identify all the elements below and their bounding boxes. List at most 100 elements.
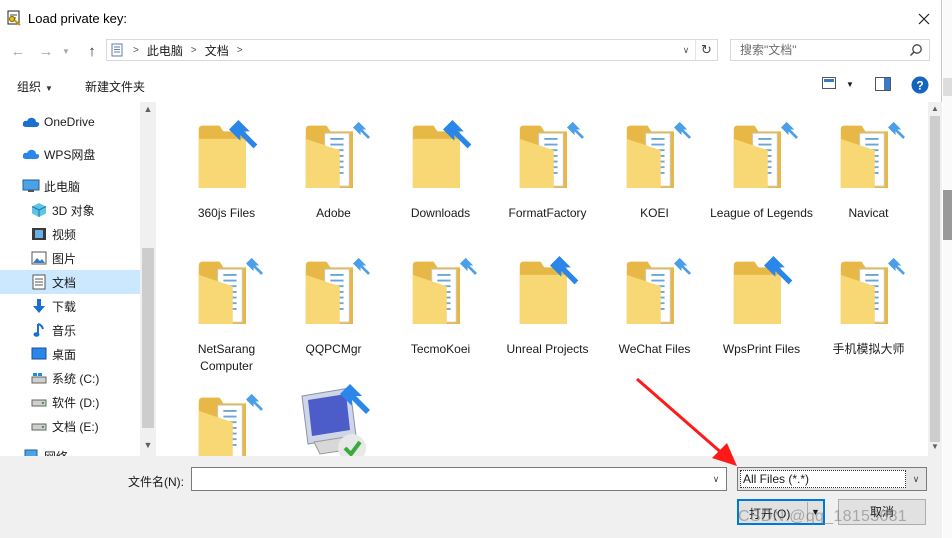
navigation-pane: OneDrive WPS网盘 此电脑 3D 对象 视频 图片 文档 下载 音乐 … — [0, 102, 156, 456]
sidebar-item-drive-c[interactable]: 系统 (C:) — [0, 366, 140, 390]
drive-icon — [30, 418, 48, 434]
view-menu-button[interactable]: ▼ — [846, 80, 854, 89]
download-icon — [30, 298, 48, 314]
sidebar-item-documents[interactable]: 文档 — [0, 270, 140, 294]
sidebar-item-downloads[interactable]: 下载 — [0, 294, 140, 318]
documents-location-icon — [107, 40, 127, 60]
folder-item[interactable]: QQPCMgr — [280, 238, 387, 374]
folder-item[interactable]: NetSarang Computer — [173, 238, 280, 374]
scroll-down-icon[interactable]: ▼ — [928, 442, 942, 454]
title-bar: Load private key: — [0, 0, 942, 36]
sidebar-item-drive-d[interactable]: 软件 (D:) — [0, 390, 140, 414]
folder-icon — [518, 121, 584, 189]
scroll-up-icon[interactable]: ▲ — [928, 104, 942, 116]
background-window-fragment — [943, 78, 952, 96]
sidebar-item-label: 图片 — [52, 251, 77, 266]
arrow-up-icon: ↑ — [88, 42, 96, 60]
sidebar-item-onedrive[interactable]: OneDrive — [0, 110, 140, 134]
scrollbar-thumb[interactable] — [142, 248, 154, 428]
preview-pane-button[interactable] — [875, 77, 891, 94]
sidebar-item-label: 系统 (C:) — [52, 371, 100, 386]
sidebar-item-this-pc[interactable]: 此电脑 — [0, 174, 140, 198]
sidebar-item-desktop[interactable]: 桌面 — [0, 342, 140, 366]
load-private-key-dialog: Load private key: ← → ▼ ↑ > 此电脑 > 文档 > ∨… — [0, 0, 942, 538]
folder-name: 手机模拟大师 — [832, 342, 905, 356]
folder-item[interactable]: League of Legends — [708, 102, 815, 238]
folder-name: TecmoKoei — [410, 342, 471, 356]
navigation-pane-scrollbar[interactable]: ▲ ▼ — [140, 102, 156, 456]
address-bar[interactable]: > 此电脑 > 文档 > ∨ ↻ — [106, 39, 718, 61]
folder-item[interactable]: Downloads — [387, 102, 494, 238]
folder-item[interactable]: WeChat Files — [601, 238, 708, 374]
sidebar-item-network[interactable]: 网络 — [0, 444, 140, 456]
chevron-down-icon: ∨ — [912, 473, 920, 484]
filename-combobox[interactable]: ∨ — [191, 467, 727, 491]
folder-item[interactable] — [173, 374, 280, 456]
folder-icon — [732, 121, 798, 189]
recent-locations-button[interactable]: ▼ — [60, 40, 72, 62]
sidebar-item-label: WPS网盘 — [44, 147, 96, 162]
system-drive-icon — [30, 370, 48, 386]
up-button[interactable]: ↑ — [82, 40, 102, 62]
forward-button[interactable]: → — [36, 40, 56, 62]
new-folder-label: 新建文件夹 — [85, 80, 146, 94]
folder-name: NetSarang Computer — [197, 342, 256, 373]
refresh-button[interactable]: ↻ — [695, 40, 717, 60]
sidebar-item-videos[interactable]: 视频 — [0, 222, 140, 246]
new-folder-button[interactable]: 新建文件夹 — [85, 78, 145, 95]
chevron-right-icon: > — [190, 44, 197, 56]
sidebar-item-music[interactable]: 音乐 — [0, 318, 140, 342]
dialog-title: Load private key: — [28, 11, 128, 26]
folder-item[interactable]: 360js Files — [173, 102, 280, 238]
chevron-down-icon: ∨ — [712, 473, 720, 484]
folder-item[interactable]: Adobe — [280, 102, 387, 238]
folder-shortcut-icon — [412, 120, 472, 188]
caret-down-icon: ▼ — [45, 84, 53, 93]
background-window — [943, 0, 952, 538]
file-list: 360js Files Adobe Downloads FormatFactor… — [158, 102, 926, 456]
filename-history-dropdown[interactable]: ∨ — [706, 468, 726, 490]
sidebar-item-3d-objects[interactable]: 3D 对象 — [0, 198, 140, 222]
navigation-bar: ← → ▼ ↑ > 此电脑 > 文档 > ∨ ↻ 搜索"文档" — [0, 38, 942, 66]
file-type-dropdown[interactable]: ∨ — [906, 468, 926, 490]
document-icon — [30, 274, 48, 290]
sidebar-item-pictures[interactable]: 图片 — [0, 246, 140, 270]
folder-item[interactable]: 手机模拟大师 — [815, 238, 922, 374]
scrollbar-thumb[interactable] — [930, 116, 940, 442]
folder-item[interactable]: Unreal Projects — [494, 238, 601, 374]
file-list-scrollbar[interactable]: ▲ ▼ — [928, 102, 942, 456]
change-view-button[interactable] — [822, 77, 836, 92]
command-toolbar: 组织 ▼ 新建文件夹 ▼ ? — [0, 72, 942, 100]
sidebar-item-wps-cloud[interactable]: WPS网盘 — [0, 142, 140, 166]
back-button[interactable]: ← — [8, 40, 28, 62]
scroll-down-icon[interactable]: ▼ — [140, 440, 156, 454]
folder-name: FormatFactory — [508, 206, 587, 220]
search-box[interactable] — [730, 39, 930, 61]
help-button[interactable]: ? — [911, 76, 929, 97]
svg-text:?: ? — [916, 79, 923, 93]
breadcrumb-this-pc[interactable]: 此电脑 — [145, 42, 185, 59]
folder-item[interactable]: FormatFactory — [494, 102, 601, 238]
sidebar-item-label: 软件 (D:) — [52, 395, 100, 410]
computer-icon — [22, 178, 40, 194]
arrow-right-icon: → — [38, 42, 54, 60]
search-icon — [909, 44, 922, 57]
address-history-dropdown[interactable]: ∨ — [679, 40, 693, 60]
sidebar-item-label: 3D 对象 — [52, 203, 95, 218]
close-button[interactable] — [906, 6, 942, 32]
scroll-up-icon[interactable]: ▲ — [140, 104, 156, 118]
file-type-filter[interactable]: All Files (*.*) ∨ — [737, 467, 927, 491]
sidebar-item-label: 视频 — [52, 227, 77, 242]
chevron-down-icon: ∨ — [682, 44, 690, 55]
breadcrumb-documents[interactable]: 文档 — [203, 42, 231, 59]
network-item[interactable] — [280, 374, 387, 456]
folder-icon — [625, 257, 691, 325]
filename-input[interactable] — [196, 469, 706, 489]
organize-menu[interactable]: 组织 ▼ — [17, 78, 53, 95]
search-input[interactable] — [738, 41, 908, 59]
folder-item[interactable]: TecmoKoei — [387, 238, 494, 374]
folder-item[interactable]: Navicat — [815, 102, 922, 238]
sidebar-item-drive-e[interactable]: 文档 (E:) — [0, 414, 140, 438]
folder-item[interactable]: KOEI — [601, 102, 708, 238]
folder-item[interactable]: WpsPrint Files — [708, 238, 815, 374]
